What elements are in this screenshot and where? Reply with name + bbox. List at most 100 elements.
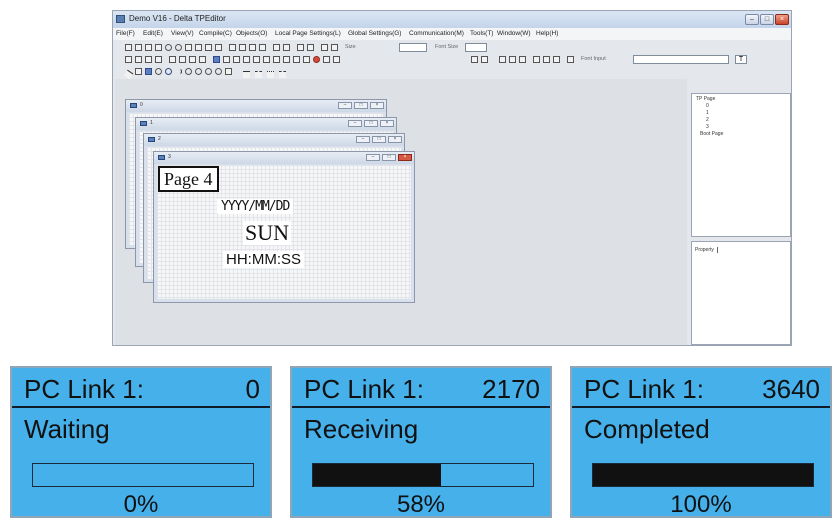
bar-object-icon[interactable]	[179, 56, 186, 63]
dot-line-style-icon[interactable]	[267, 71, 274, 78]
circle-tool-icon[interactable]	[155, 68, 162, 75]
upload-icon[interactable]	[273, 44, 280, 51]
insert-page-icon[interactable]	[229, 44, 236, 51]
menu-objects[interactable]: Objects(O)	[236, 30, 267, 37]
tree-item-page[interactable]: 1	[706, 110, 709, 116]
page-maximize-button[interactable]: □	[372, 136, 386, 143]
page-maximize-button[interactable]: □	[354, 102, 368, 109]
tree-item-page[interactable]: 0	[706, 103, 709, 109]
page-maximize-button[interactable]: □	[364, 120, 378, 127]
stop-icon[interactable]	[313, 56, 320, 63]
page-close-button[interactable]: ×	[380, 120, 394, 127]
bit-object-icon[interactable]	[145, 56, 152, 63]
page-close-button[interactable]: ×	[398, 154, 412, 161]
polygon-tool-icon[interactable]	[225, 68, 232, 75]
bitmap-icon[interactable]	[263, 56, 270, 63]
cut-icon[interactable]	[195, 44, 202, 51]
arc-tool-icon[interactable]	[175, 68, 182, 75]
align-bottom-icon[interactable]	[553, 56, 560, 63]
page-copy-icon[interactable]	[249, 44, 256, 51]
word-object-icon[interactable]	[155, 56, 162, 63]
align-middle-icon[interactable]	[543, 56, 550, 63]
date-object[interactable]: YYYY/MM/DD	[217, 199, 294, 214]
button-object-icon[interactable]	[125, 56, 132, 63]
line-tool-icon[interactable]	[123, 69, 134, 80]
page-title-object[interactable]: Page 4	[158, 166, 219, 192]
pie-tool-icon[interactable]	[195, 68, 202, 75]
ellipse-tool-icon[interactable]	[185, 68, 192, 75]
switch-object-icon[interactable]	[135, 56, 142, 63]
time-icon[interactable]	[253, 56, 260, 63]
page-window-3[interactable]: 3 – □ × Page 4 YYYY/MM/DD SUN HH:MM:SS	[153, 151, 415, 303]
alarm-icon[interactable]	[283, 56, 290, 63]
compile-icon[interactable]	[165, 44, 172, 51]
arrow-up-icon[interactable]	[471, 56, 478, 63]
align-top-icon[interactable]	[533, 56, 540, 63]
open-file-icon[interactable]	[135, 44, 142, 51]
font-input-field[interactable]	[633, 55, 729, 64]
help-bulb-icon[interactable]	[293, 56, 300, 63]
arrow-down-icon[interactable]	[481, 56, 488, 63]
download-icon[interactable]	[175, 44, 182, 51]
text-t-button[interactable]: T	[735, 55, 747, 64]
dash-dot-line-style-icon[interactable]	[279, 71, 286, 78]
day-object[interactable]: SUN	[243, 221, 292, 245]
page-minimize-button[interactable]: –	[366, 154, 380, 161]
tree-root[interactable]: TP Page	[696, 96, 715, 102]
rectangle-tool-icon[interactable]	[135, 68, 142, 75]
print-icon[interactable]	[185, 44, 192, 51]
chart-object-icon[interactable]	[199, 56, 206, 63]
page-minimize-button[interactable]: –	[348, 120, 362, 127]
page-close-button[interactable]: ×	[388, 136, 402, 143]
screen-icon[interactable]	[303, 56, 310, 63]
dash-line-style-icon[interactable]	[255, 71, 262, 78]
menu-tools[interactable]: Tools(T)	[470, 30, 493, 37]
filled-circle-tool-icon[interactable]	[165, 68, 172, 75]
menu-global-settings[interactable]: Global Settings(G)	[348, 30, 401, 37]
meter-object-icon[interactable]	[169, 56, 176, 63]
save-all-icon[interactable]	[155, 44, 162, 51]
font-color-icon[interactable]	[567, 56, 574, 63]
chord-tool-icon[interactable]	[205, 68, 212, 75]
page-maximize-button[interactable]: □	[382, 154, 396, 161]
menu-communication[interactable]: Communication(M)	[409, 30, 464, 37]
maximize-button[interactable]: □	[760, 14, 774, 25]
select-icon[interactable]	[213, 56, 220, 63]
zoom-out-icon[interactable]	[307, 44, 314, 51]
tree-item-boot-page[interactable]: Boot Page	[700, 131, 723, 137]
tree-item-page[interactable]: 2	[706, 117, 709, 123]
page-minimize-button[interactable]: –	[356, 136, 370, 143]
grid-icon[interactable]	[321, 44, 328, 51]
page-minimize-button[interactable]: –	[338, 102, 352, 109]
write-w-icon[interactable]	[323, 56, 330, 63]
align-left-icon[interactable]	[499, 56, 506, 63]
sector-tool-icon[interactable]	[215, 68, 222, 75]
align-icon[interactable]	[331, 44, 338, 51]
font-size-input[interactable]	[465, 43, 487, 52]
menu-view[interactable]: View(V)	[171, 30, 194, 37]
text-a-icon[interactable]	[223, 56, 230, 63]
upload-all-icon[interactable]	[283, 44, 290, 51]
menu-edit[interactable]: Edit(E)	[143, 30, 163, 37]
tree-item-page[interactable]: 3	[706, 124, 709, 130]
menu-local-page-settings[interactable]: Local Page Settings(L)	[275, 30, 341, 37]
filled-rectangle-tool-icon[interactable]	[145, 68, 152, 75]
scale-icon[interactable]	[333, 56, 340, 63]
page-canvas[interactable]: Page 4 YYYY/MM/DD SUN HH:MM:SS	[157, 165, 411, 299]
page-close-button[interactable]: ×	[370, 102, 384, 109]
property-tab[interactable]: Property	[695, 247, 718, 253]
page-paste-icon[interactable]	[259, 44, 266, 51]
align-center-icon[interactable]	[509, 56, 516, 63]
copy-icon[interactable]	[205, 44, 212, 51]
date-icon[interactable]	[243, 56, 250, 63]
time-object[interactable]: HH:MM:SS	[223, 251, 304, 268]
keypad-icon[interactable]	[273, 56, 280, 63]
align-right-icon[interactable]	[519, 56, 526, 63]
solid-line-style-icon[interactable]	[243, 71, 250, 78]
pipe-object-icon[interactable]	[189, 56, 196, 63]
zoom-in-icon[interactable]	[297, 44, 304, 51]
close-button[interactable]: ×	[775, 14, 789, 25]
menu-window[interactable]: Window(W)	[497, 30, 531, 37]
menu-help[interactable]: Help(H)	[536, 30, 558, 37]
menu-compile[interactable]: Compile(C)	[199, 30, 232, 37]
